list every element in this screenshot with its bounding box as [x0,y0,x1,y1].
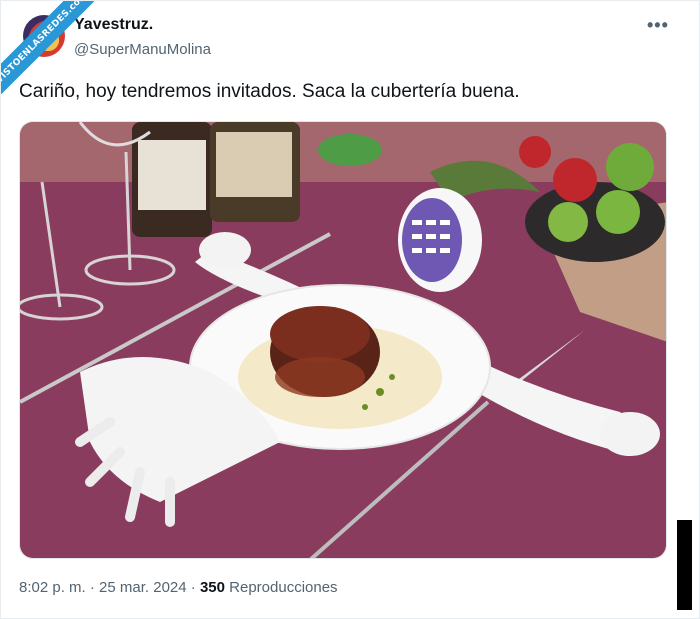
meta-separator: · [85,579,100,596]
tweet-photo[interactable] [19,121,667,559]
edge-bar [677,520,692,610]
watermark-ribbon: VISTOENLASREDES.com [1,1,111,111]
more-dots-icon[interactable]: ••• [647,15,669,36]
tweet-date[interactable]: 25 mar. 2024 [99,579,187,596]
views-count: 350 [199,579,225,596]
tweet-time[interactable]: 8:02 p. m. [19,579,86,596]
tweet-meta: 8:02 p. m. · 25 mar. 2024 · 350 Reproduc… [19,579,338,596]
photo-illustration [20,122,666,558]
views-label: Reproducciones [224,579,338,596]
watermark-text: VISTOENLASREDES.com [1,1,110,106]
meta-separator: · [186,579,200,596]
tweet-card: VISTOENLASREDES.com Yavestruz. @SuperMan… [0,0,700,619]
